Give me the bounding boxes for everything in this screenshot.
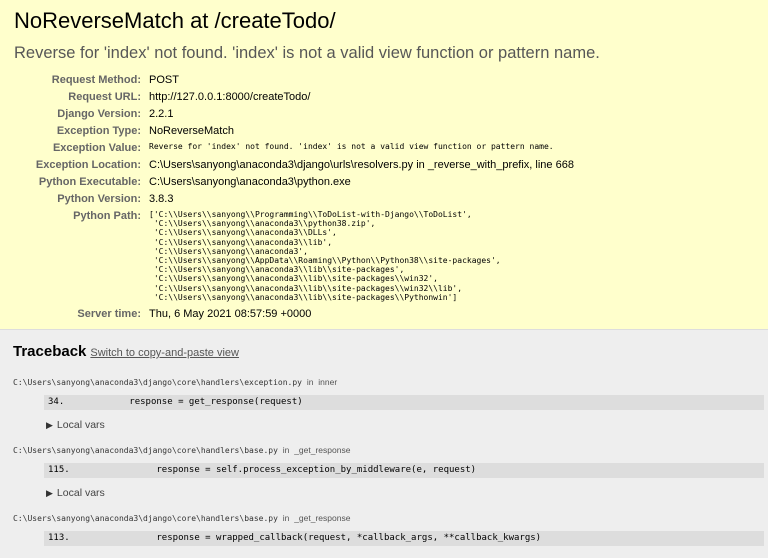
local-vars-toggle[interactable]: ▶ Local vars	[46, 419, 755, 431]
switch-to-copy-paste-link[interactable]: Switch to copy-and-paste view	[90, 347, 239, 359]
meta-value: POST	[149, 74, 574, 91]
line-number: 34.	[48, 397, 64, 407]
frame-filename: C:\Users\sanyong\anaconda3\django\core\h…	[13, 378, 302, 387]
meta-value: Thu, 6 May 2021 08:57:59 +0000	[149, 308, 574, 325]
frame-in: in	[283, 513, 290, 523]
code-text: response = wrapped_callback(request, *ca…	[156, 533, 541, 543]
meta-row-exception-value: Exception Value: Reverse for 'index' not…	[14, 142, 574, 159]
meta-label: Python Version:	[14, 193, 149, 210]
frame-filename: C:\Users\sanyong\anaconda3\django\core\h…	[13, 514, 278, 523]
code-text: response = get_response(request)	[129, 397, 302, 407]
traceback-frame: C:\Users\sanyong\anaconda3\django\core\h…	[13, 377, 755, 431]
frame-in: in	[307, 377, 314, 387]
frame-function: inner	[318, 377, 337, 387]
exception-message: Reverse for 'index' not found. 'index' i…	[14, 42, 754, 64]
page-title: NoReverseMatch at /createTodo/	[14, 6, 754, 36]
context-line[interactable]: 34. response = get_response(request)	[44, 395, 764, 410]
meta-value: http://127.0.0.1:8000/createTodo/	[149, 91, 574, 108]
meta-label: Exception Value:	[14, 142, 149, 159]
context-line[interactable]: 115. response = self.process_exception_b…	[44, 463, 764, 478]
traceback-frame: C:\Users\sanyong\anaconda3\django\core\h…	[13, 445, 755, 499]
meta-row-request-method: Request Method: POST	[14, 74, 574, 91]
meta-label: Python Path:	[14, 210, 149, 308]
expand-triangle-icon: ▶	[46, 420, 53, 430]
meta-label: Request Method:	[14, 74, 149, 91]
meta-label: Django Version:	[14, 108, 149, 125]
traceback-heading: Traceback Switch to copy-and-paste view	[13, 342, 755, 363]
meta-value: NoReverseMatch	[149, 125, 574, 142]
frame-in: in	[283, 445, 290, 455]
frame-filename: C:\Users\sanyong\anaconda3\django\core\h…	[13, 446, 278, 455]
meta-row-python-executable: Python Executable: C:\Users\sanyong\anac…	[14, 176, 574, 193]
frame-function: _get_response	[294, 513, 350, 523]
code-text: response = self.process_exception_by_mid…	[156, 465, 476, 475]
meta-label: Python Executable:	[14, 176, 149, 193]
meta-row-python-path: Python Path: ['C:\\Users\\sanyong\\Progr…	[14, 210, 574, 308]
meta-value: 3.8.3	[149, 193, 574, 210]
meta-row-exception-type: Exception Type: NoReverseMatch	[14, 125, 574, 142]
error-summary: NoReverseMatch at /createTodo/ Reverse f…	[0, 0, 768, 330]
expand-triangle-icon: ▶	[46, 488, 53, 498]
meta-value: C:\Users\sanyong\anaconda3\python.exe	[149, 176, 574, 193]
meta-row-server-time: Server time: Thu, 6 May 2021 08:57:59 +0…	[14, 308, 574, 325]
context-line[interactable]: 113. response = wrapped_callback(request…	[44, 531, 764, 546]
meta-label: Request URL:	[14, 91, 149, 108]
meta-value: C:\Users\sanyong\anaconda3\django\urls\r…	[149, 159, 574, 176]
meta-value: Reverse for 'index' not found. 'index' i…	[149, 142, 574, 159]
meta-label: Exception Type:	[14, 125, 149, 142]
request-meta-table: Request Method: POST Request URL: http:/…	[14, 74, 574, 325]
traceback-frame: C:\Users\sanyong\anaconda3\django\core\h…	[13, 513, 755, 546]
frame-location: C:\Users\sanyong\anaconda3\django\core\h…	[13, 513, 755, 523]
frame-function: _get_response	[294, 445, 350, 455]
line-number: 113.	[48, 533, 70, 543]
meta-row-exception-location: Exception Location: C:\Users\sanyong\ana…	[14, 159, 574, 176]
line-number: 115.	[48, 465, 70, 475]
frame-location: C:\Users\sanyong\anaconda3\django\core\h…	[13, 377, 755, 387]
meta-value: ['C:\\Users\\sanyong\\Programming\\ToDoL…	[149, 210, 574, 308]
local-vars-label: Local vars	[57, 419, 105, 431]
local-vars-toggle[interactable]: ▶ Local vars	[46, 487, 755, 499]
traceback-title: Traceback	[13, 343, 86, 360]
meta-value: 2.2.1	[149, 108, 574, 125]
meta-label: Exception Location:	[14, 159, 149, 176]
meta-row-django-version: Django Version: 2.2.1	[14, 108, 574, 125]
meta-label: Server time:	[14, 308, 149, 325]
frame-location: C:\Users\sanyong\anaconda3\django\core\h…	[13, 445, 755, 455]
local-vars-label: Local vars	[57, 487, 105, 499]
traceback-section: Traceback Switch to copy-and-paste view C…	[0, 330, 768, 546]
meta-row-request-url: Request URL: http://127.0.0.1:8000/creat…	[14, 91, 574, 108]
meta-row-python-version: Python Version: 3.8.3	[14, 193, 574, 210]
